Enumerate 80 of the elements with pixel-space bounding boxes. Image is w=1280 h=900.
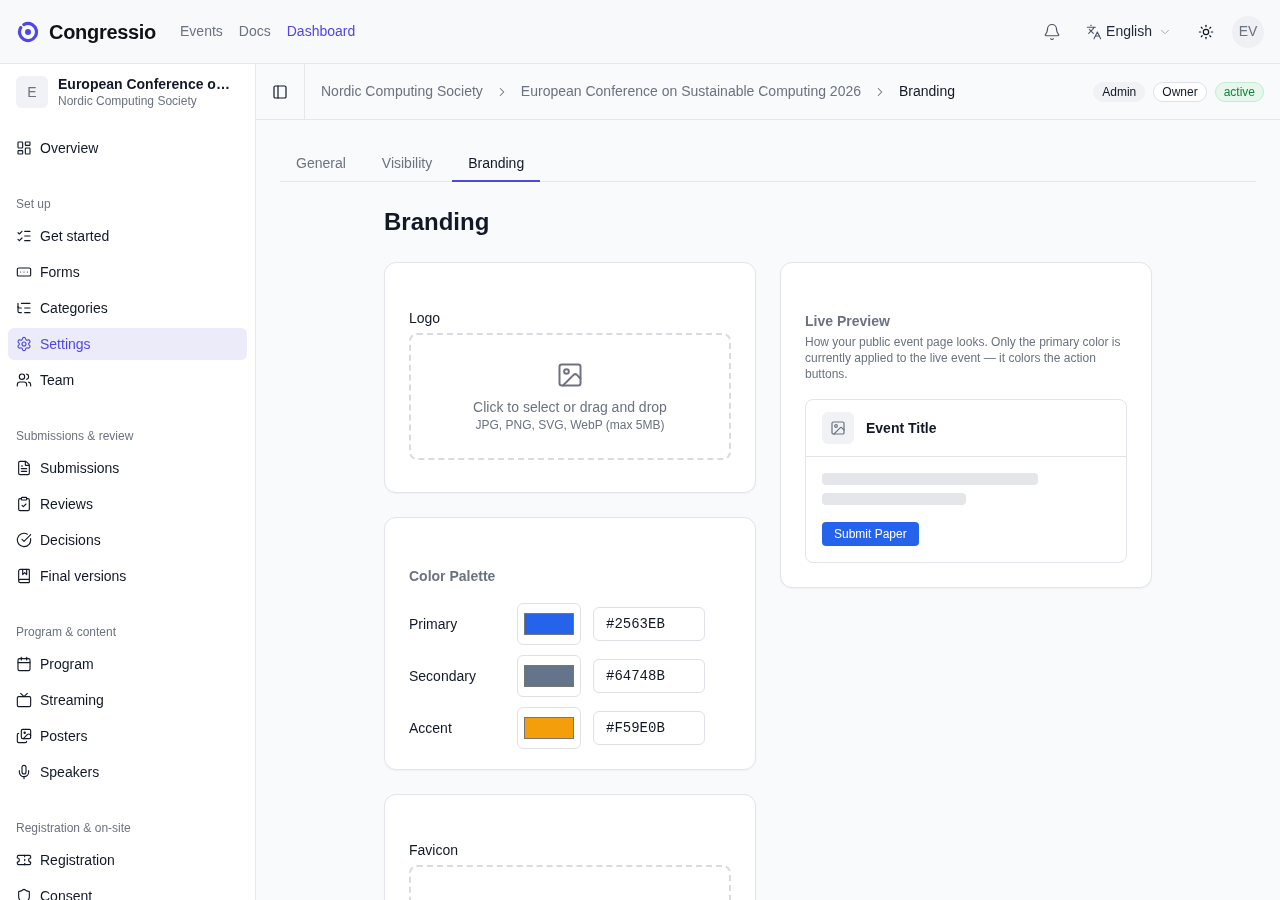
dropzone-hint: JPG, PNG, SVG, WebP (max 5MB) — [475, 416, 665, 433]
preview-event-title: Event Title — [866, 418, 937, 438]
nav-link[interactable]: Dashboard — [286, 21, 356, 42]
submit-paper-button[interactable]: Submit Paper — [822, 522, 919, 546]
sidebar-item[interactable]: Consent — [8, 880, 247, 900]
sidebar-item[interactable]: Get started — [8, 220, 247, 252]
event-organization: Nordic Computing Society — [58, 93, 198, 109]
checklist-icon — [16, 228, 32, 244]
role-badge: active — [1214, 81, 1264, 102]
color-label: Primary — [409, 614, 459, 634]
color-picker[interactable] — [517, 707, 581, 749]
sun-icon — [1198, 23, 1214, 40]
tab[interactable]: Branding — [452, 146, 541, 182]
users-icon — [16, 372, 32, 388]
hex-input[interactable]: #64748B — [593, 659, 705, 693]
brand-name: Congressio — [49, 19, 157, 45]
layout-grid-icon — [16, 140, 32, 156]
card-heading: Live Preview — [805, 312, 891, 331]
card-description: How your public event page looks. Only the primary color is currently applied to the live event — it colors the action buttons. — [805, 334, 1122, 382]
color-label: Accent — [409, 718, 453, 738]
event-title: European Conference o… — [58, 75, 230, 93]
event-initial-tile: E — [16, 76, 48, 108]
sidebar-item[interactable]: Decisions — [8, 524, 247, 556]
sidebar-item[interactable]: Team — [8, 364, 247, 396]
document-icon — [16, 460, 32, 476]
bell-icon — [1043, 22, 1062, 41]
hex-input[interactable]: #2563EB — [593, 607, 705, 641]
color-picker[interactable] — [517, 655, 581, 697]
text-field-icon — [16, 264, 32, 280]
sidebar-item[interactable]: Speakers — [8, 756, 247, 788]
sidebar-item[interactable]: Overview — [8, 132, 247, 164]
color-label: Secondary — [409, 666, 477, 686]
breadcrumb-link[interactable]: European Conference on Sustainable Computing 2026 — [520, 81, 861, 102]
tab[interactable]: General — [280, 146, 362, 182]
section-heading: Submissions & review — [15, 428, 135, 445]
section-heading: Program & content — [15, 624, 118, 641]
nav-link[interactable]: Docs — [238, 21, 271, 42]
role-badge: Admin — [1093, 81, 1146, 102]
check-circle-icon — [16, 532, 32, 548]
sidebar-item[interactable]: Registration — [8, 844, 247, 876]
sidebar-item[interactable]: Categories — [8, 292, 247, 324]
sidebar-item[interactable]: Reviews — [8, 488, 247, 520]
sidebar-item[interactable]: Program — [8, 648, 247, 680]
sidebar-item[interactable]: Settings — [8, 328, 247, 360]
color-picker[interactable] — [517, 603, 581, 645]
nav-link[interactable]: Events — [180, 21, 223, 42]
shield-icon — [16, 888, 32, 900]
sidebar-item[interactable]: Posters — [8, 720, 247, 752]
images-icon — [16, 728, 32, 744]
page-title: Branding — [384, 207, 491, 237]
bookmark-book-icon — [16, 568, 32, 584]
breadcrumb-link[interactable]: Nordic Computing Society — [321, 81, 483, 102]
role-badge: Owner — [1153, 81, 1207, 102]
language-selector[interactable]: English — [1078, 13, 1180, 50]
tv-icon — [16, 692, 32, 708]
sidebar-item[interactable]: Streaming — [8, 684, 247, 716]
calendar-icon — [16, 656, 32, 672]
clipboard-check-icon — [16, 496, 32, 512]
tree-icon — [16, 300, 32, 316]
card-heading: Color Palette — [409, 567, 497, 586]
breadcrumb-current: Branding — [899, 82, 956, 101]
microphone-icon — [16, 764, 32, 780]
settings-icon — [16, 336, 32, 352]
user-avatar[interactable]: EV — [1232, 15, 1264, 48]
logo-icon — [17, 20, 39, 43]
logo-dropzone[interactable]: Click to select or drag and drop JPG, PNG, SVG, WebP (max 5MB) — [409, 333, 731, 460]
hex-input[interactable]: #F59E0B — [593, 711, 705, 745]
ticket-icon — [16, 852, 32, 868]
image-placeholder-icon — [822, 412, 854, 444]
sidebar-item[interactable]: Forms — [8, 256, 247, 288]
field-label: Logo — [409, 309, 442, 328]
tab[interactable]: Visibility — [365, 146, 449, 182]
section-heading: Registration & on-site — [15, 820, 132, 837]
translate-icon — [1086, 23, 1103, 40]
sidebar-item[interactable]: Submissions — [8, 452, 247, 484]
sidebar-item[interactable]: Final versions — [8, 560, 247, 592]
field-label: Favicon — [409, 841, 460, 860]
section-heading: Set up — [15, 196, 52, 213]
panel-left-icon — [272, 83, 288, 100]
dropzone-text: Click to select or drag and drop — [473, 397, 667, 417]
